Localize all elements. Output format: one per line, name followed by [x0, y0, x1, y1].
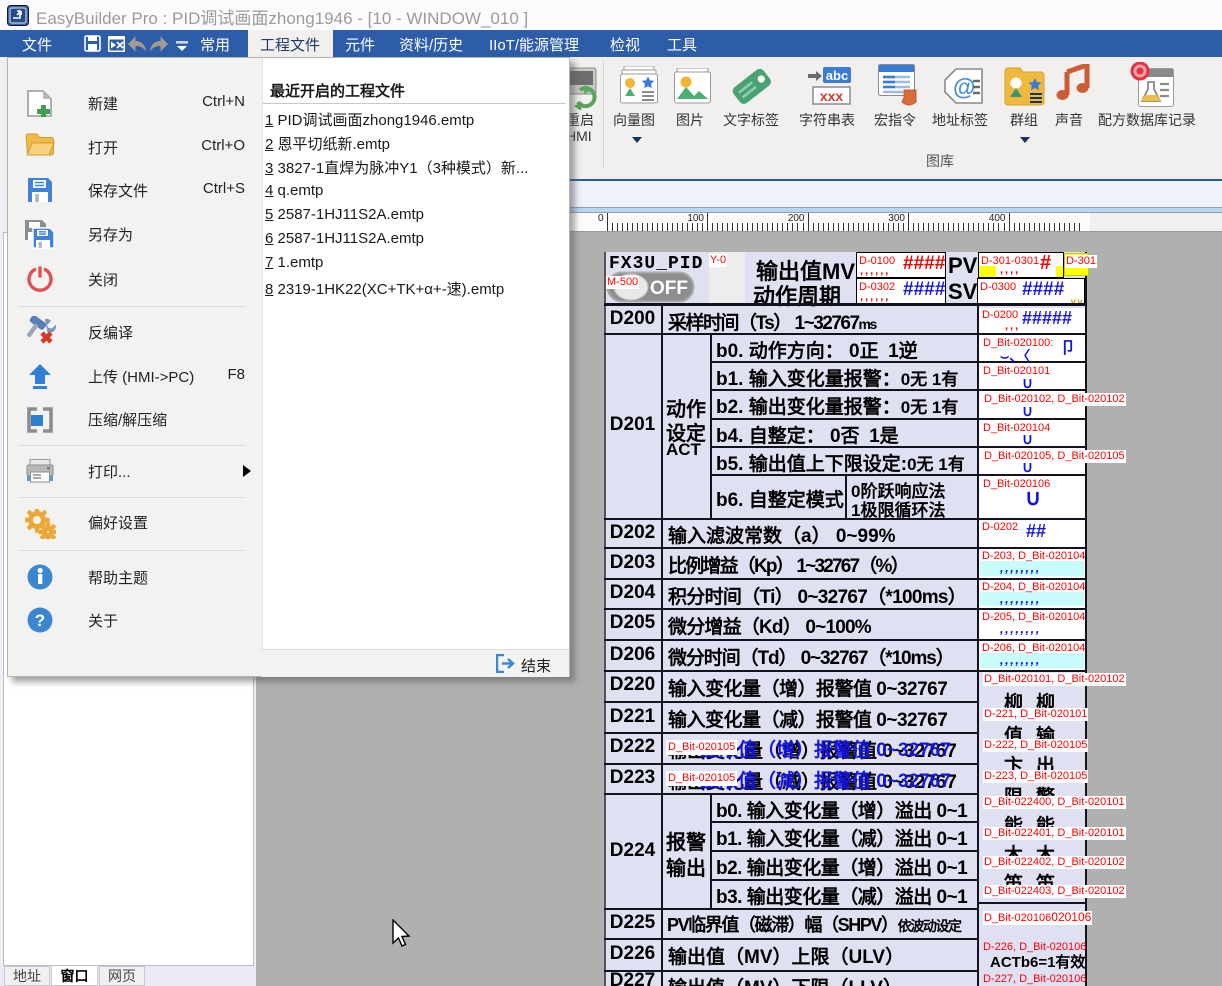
svg-text:@: @	[953, 74, 975, 100]
svg-text:OFF: OFF	[650, 278, 688, 299]
svg-text:?: ?	[35, 611, 45, 630]
svg-text:abc: abc	[826, 68, 848, 83]
svg-text:xxx: xxx	[820, 88, 844, 104]
